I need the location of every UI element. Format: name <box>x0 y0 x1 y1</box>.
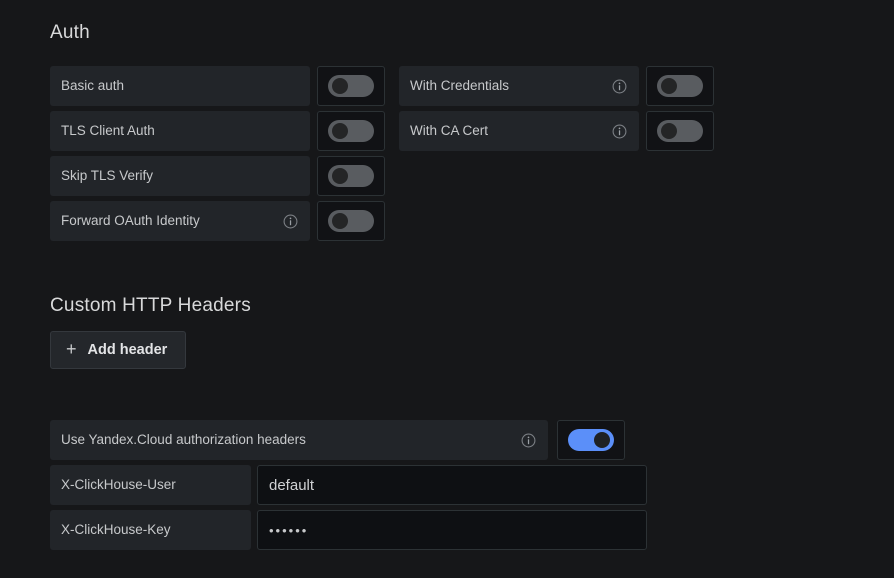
info-circle-icon[interactable] <box>612 124 627 139</box>
switch-use-yandex-cloud-headers[interactable] <box>568 429 614 451</box>
toggle-basic-auth[interactable] <box>317 66 385 106</box>
switch-knob <box>332 123 348 139</box>
label-use-yandex-cloud-headers: Use Yandex.Cloud authorization headers <box>50 420 548 460</box>
switch-knob <box>594 432 610 448</box>
label-x-clickhouse-key-text: X-ClickHouse-Key <box>61 522 171 538</box>
auth-section-title: Auth <box>50 22 90 43</box>
x-clickhouse-key-input[interactable]: •••••• <box>257 510 647 550</box>
info-circle-icon[interactable] <box>521 433 536 448</box>
switch-with-ca-cert[interactable] <box>657 120 703 142</box>
switch-knob <box>661 123 677 139</box>
switch-knob <box>332 168 348 184</box>
label-tls-client-auth: TLS Client Auth <box>50 111 310 151</box>
label-with-credentials-text: With Credentials <box>410 78 510 94</box>
label-with-credentials: With Credentials <box>399 66 639 106</box>
custom-http-headers-title: Custom HTTP Headers <box>50 295 251 316</box>
switch-with-credentials[interactable] <box>657 75 703 97</box>
settings-panel: Auth Basic auth With Credentials TLS Cli… <box>0 0 894 578</box>
label-x-clickhouse-user: X-ClickHouse-User <box>50 465 251 505</box>
auth-row-basic: Basic auth With Credentials <box>50 66 714 106</box>
auth-row-forward-oauth: Forward OAuth Identity <box>50 201 385 241</box>
label-tls-client-auth-text: TLS Client Auth <box>61 123 155 139</box>
switch-basic-auth[interactable] <box>328 75 374 97</box>
toggle-with-credentials[interactable] <box>646 66 714 106</box>
add-header-button[interactable]: + Add header <box>50 331 187 369</box>
switch-knob <box>661 78 677 94</box>
auth-row-skip-tls: Skip TLS Verify <box>50 156 385 196</box>
x-clickhouse-user-input[interactable]: default <box>257 465 647 505</box>
info-circle-icon[interactable] <box>612 79 627 94</box>
info-circle-icon[interactable] <box>283 214 298 229</box>
switch-knob <box>332 78 348 94</box>
switch-knob <box>332 213 348 229</box>
label-forward-oauth-identity: Forward OAuth Identity <box>50 201 310 241</box>
toggle-forward-oauth-identity[interactable] <box>317 201 385 241</box>
switch-tls-client-auth[interactable] <box>328 120 374 142</box>
toggle-with-ca-cert[interactable] <box>646 111 714 151</box>
label-x-clickhouse-user-text: X-ClickHouse-User <box>61 477 176 493</box>
x-clickhouse-key-value: •••••• <box>269 522 309 538</box>
yandex-field-row-user: X-ClickHouse-User default <box>50 465 647 505</box>
plus-icon: + <box>66 339 77 359</box>
x-clickhouse-user-value: default <box>269 476 315 494</box>
label-skip-tls-verify-text: Skip TLS Verify <box>61 168 154 184</box>
toggle-use-yandex-cloud-headers[interactable] <box>557 420 625 460</box>
auth-row-tls-client: TLS Client Auth With CA Cert <box>50 111 714 151</box>
switch-skip-tls-verify[interactable] <box>328 165 374 187</box>
label-basic-auth-text: Basic auth <box>61 78 125 94</box>
yandex-auth-toggle-row: Use Yandex.Cloud authorization headers <box>50 420 625 460</box>
toggle-tls-client-auth[interactable] <box>317 111 385 151</box>
yandex-field-row-key: X-ClickHouse-Key •••••• <box>50 510 647 550</box>
add-header-button-label: Add header <box>87 342 168 358</box>
label-basic-auth: Basic auth <box>50 66 310 106</box>
switch-forward-oauth-identity[interactable] <box>328 210 374 232</box>
label-skip-tls-verify: Skip TLS Verify <box>50 156 310 196</box>
label-forward-oauth-identity-text: Forward OAuth Identity <box>61 213 200 229</box>
label-with-ca-cert: With CA Cert <box>399 111 639 151</box>
toggle-skip-tls-verify[interactable] <box>317 156 385 196</box>
label-x-clickhouse-key: X-ClickHouse-Key <box>50 510 251 550</box>
label-with-ca-cert-text: With CA Cert <box>410 123 489 139</box>
label-use-yandex-cloud-headers-text: Use Yandex.Cloud authorization headers <box>61 432 306 448</box>
